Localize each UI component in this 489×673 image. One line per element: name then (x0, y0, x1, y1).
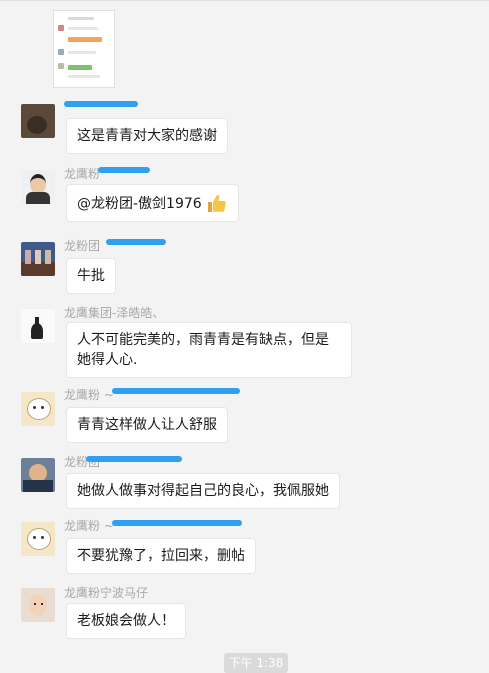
sender-name: 龙鹰粉 (64, 167, 101, 181)
user-avatar[interactable] (21, 588, 55, 622)
redaction-scribble (106, 239, 166, 245)
message-bubble[interactable]: @龙粉团-傲剑1976 (66, 184, 239, 222)
sender-name: 龙鹰粉 ~ (64, 388, 114, 402)
redaction-scribble (112, 520, 242, 526)
user-avatar[interactable] (21, 242, 55, 276)
image-line (68, 17, 94, 20)
redaction-scribble (64, 101, 138, 107)
user-avatar[interactable] (21, 392, 55, 426)
thumbs-up-icon (207, 195, 226, 212)
sender-name: 龙鹰粉 ~ (64, 519, 114, 533)
shared-screenshot-image[interactable] (53, 10, 115, 88)
redaction-scribble (98, 167, 150, 173)
message-bubble[interactable]: 她做人做事对得起自己的良心，我佩服她 (66, 473, 340, 509)
image-avatar (58, 25, 64, 31)
user-avatar[interactable] (21, 309, 55, 343)
user-avatar[interactable] (21, 170, 55, 204)
image-line (68, 75, 100, 78)
message-bubble[interactable]: 青青这样做人让人舒服 (66, 407, 228, 443)
message-bubble[interactable]: 不要犹豫了，拉回来，删帖 (66, 538, 256, 574)
timestamp-badge: 下午 1:38 (224, 653, 288, 673)
image-line (68, 27, 98, 30)
redaction-scribble (86, 456, 182, 462)
user-avatar[interactable] (21, 458, 55, 492)
image-avatar (58, 49, 64, 55)
image-avatar (58, 63, 64, 69)
message-bubble[interactable]: 人不可能完美的，雨青青是有缺点，但是她得人心. (66, 322, 352, 378)
sender-name: 龙粉团 (64, 239, 101, 253)
image-line (68, 51, 96, 54)
top-divider (0, 0, 489, 1)
message-bubble[interactable]: 牛批 (66, 258, 116, 294)
sender-name: 龙鹰集团-泽皓皓、 (64, 306, 165, 320)
message-bubble[interactable]: 老板娘会做人！ (66, 603, 186, 639)
sender-name: 龙鹰粉宁波马仔 (64, 586, 149, 600)
user-avatar[interactable] (21, 104, 55, 138)
user-avatar[interactable] (21, 522, 55, 556)
image-line (68, 37, 102, 42)
image-line (68, 65, 92, 70)
redaction-scribble (112, 388, 240, 394)
message-bubble[interactable]: 这是青青对大家的感谢 (66, 118, 228, 154)
